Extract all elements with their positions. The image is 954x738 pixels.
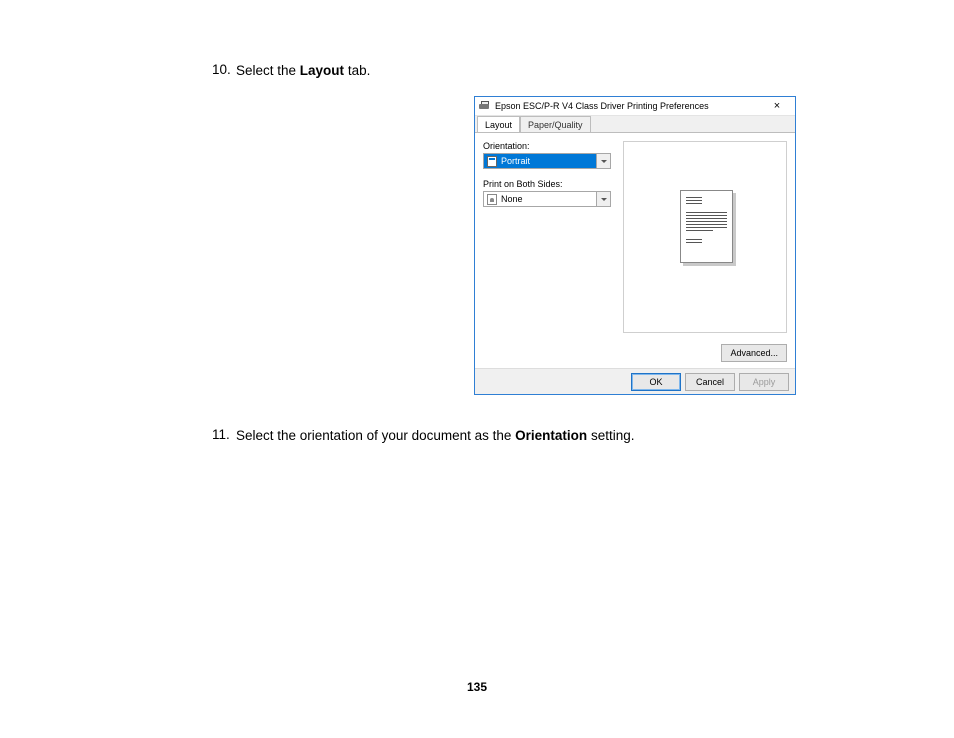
step-text: Select the Layout tab. — [236, 63, 370, 78]
titlebar[interactable]: Epson ESC/P-R V4 Class Driver Printing P… — [475, 97, 795, 115]
tabstrip: Layout Paper/Quality — [475, 115, 795, 132]
page-preview — [680, 190, 733, 263]
cancel-button[interactable]: Cancel — [685, 373, 735, 391]
apply-button[interactable]: Apply — [739, 373, 789, 391]
portrait-icon — [487, 156, 497, 167]
tab-body: Orientation: Portrait Print on Both Side… — [475, 132, 795, 368]
page-number: 135 — [0, 680, 954, 694]
page-icon — [487, 194, 497, 205]
both-sides-label: Print on Both Sides: — [483, 179, 611, 189]
orientation-value-wrap: Portrait — [484, 154, 596, 168]
orientation-label: Orientation: — [483, 141, 611, 151]
instruction-list: 10. Select the Layout tab. Epson ESC/P-R… — [0, 62, 954, 445]
both-sides-dropdown-button[interactable] — [596, 192, 610, 206]
step-text-bold: Layout — [300, 63, 344, 78]
both-sides-select[interactable]: None — [483, 191, 611, 207]
document-page: 10. Select the Layout tab. Epson ESC/P-R… — [0, 0, 954, 738]
step-text-pre: Select the — [236, 63, 300, 78]
step-number: 11. — [212, 427, 230, 442]
advanced-row: Advanced... — [717, 344, 787, 362]
dialog-buttons: OK Cancel Apply — [475, 368, 795, 394]
step-10: 10. Select the Layout tab. Epson ESC/P-R… — [0, 62, 954, 395]
settings-column: Orientation: Portrait Print on Both Side… — [483, 141, 611, 217]
preview-pane — [623, 141, 787, 333]
chevron-down-icon — [601, 160, 607, 163]
step-11: 11. Select the orientation of your docum… — [0, 427, 954, 445]
step-text-bold: Orientation — [515, 428, 587, 443]
printing-preferences-dialog: Epson ESC/P-R V4 Class Driver Printing P… — [474, 96, 796, 395]
tab-layout[interactable]: Layout — [477, 116, 520, 132]
step-number: 10. — [212, 62, 231, 77]
orientation-select[interactable]: Portrait — [483, 153, 611, 169]
step-text-post: tab. — [344, 63, 370, 78]
window-title: Epson ESC/P-R V4 Class Driver Printing P… — [495, 101, 763, 111]
tab-paper-quality[interactable]: Paper/Quality — [520, 116, 591, 132]
step-text: Select the orientation of your document … — [236, 428, 634, 443]
chevron-down-icon — [601, 198, 607, 201]
screenshot-dialog: Epson ESC/P-R V4 Class Driver Printing P… — [474, 96, 796, 395]
orientation-value: Portrait — [501, 156, 530, 166]
printer-icon — [479, 101, 491, 111]
orientation-dropdown-button[interactable] — [596, 154, 610, 168]
step-text-post: setting. — [587, 428, 634, 443]
step-text-pre: Select the orientation of your document … — [236, 428, 515, 443]
both-sides-value: None — [501, 194, 523, 204]
advanced-button[interactable]: Advanced... — [721, 344, 787, 362]
both-sides-value-wrap: None — [484, 192, 596, 206]
close-button[interactable]: × — [763, 97, 791, 115]
ok-button[interactable]: OK — [631, 373, 681, 391]
